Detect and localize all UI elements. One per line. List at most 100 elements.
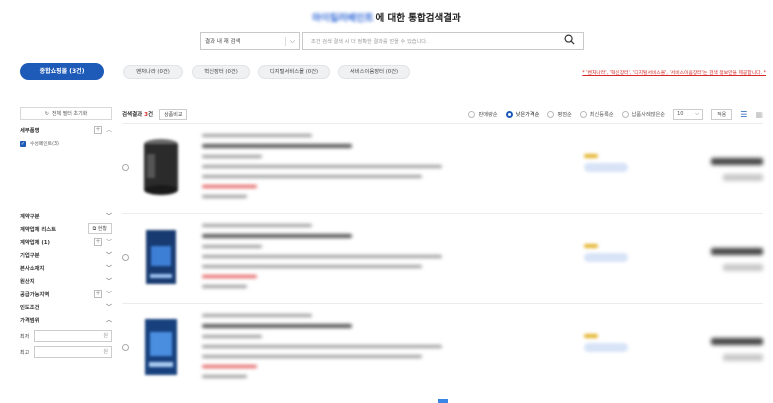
- filter-supply-region-label: 공급가능지역: [20, 291, 50, 298]
- filter-option-label: 수성페인트(3): [30, 142, 59, 147]
- price-max-input[interactable]: 원: [34, 346, 112, 358]
- filter-origin[interactable]: 원산지 ﹀: [20, 274, 112, 287]
- search-placeholder: 조건 검색 결색 시 더 정확한 결과를 얻을 수 있습니다.: [311, 38, 428, 45]
- contract-list-button[interactable]: ⧉ 현황: [87, 223, 112, 234]
- per-page-value: 10: [677, 111, 684, 117]
- price-min-input[interactable]: 원: [34, 330, 112, 342]
- sort-option[interactable]: 평점순: [547, 110, 572, 118]
- title-suffix: 에 대한 통합검색결과: [375, 13, 461, 24]
- tab-digital-service[interactable]: 디지털서비스몰 (0건): [258, 65, 330, 79]
- radio-icon[interactable]: [579, 110, 587, 118]
- chevron-down-icon: ﹀: [105, 278, 112, 285]
- product-list: [122, 123, 763, 393]
- price-min-label: 최저: [20, 333, 30, 340]
- result-toolbar: 검색결과 3건 상품비교 판매량순 낮은가격순 평점순 최신등록순 납품사례많은…: [122, 107, 763, 121]
- per-page-select[interactable]: 10 ⌵: [673, 108, 704, 120]
- filter-contractor[interactable]: 계약업체 (1) + ﹀: [20, 235, 112, 248]
- chevron-down-icon[interactable]: ﹀: [106, 237, 112, 246]
- filter-contractor-label: 계약업체 (1): [20, 239, 50, 246]
- sort-option[interactable]: 납품사례많은순: [621, 110, 665, 118]
- result-count-prefix: 검색결과: [122, 112, 143, 118]
- search-input[interactable]: 조건 검색 결색 시 더 정확한 결과를 얻을 수 있습니다.: [302, 32, 584, 50]
- product-image[interactable]: [138, 316, 184, 378]
- filter-hq-location[interactable]: 본사소재지 ﹀: [20, 261, 112, 274]
- filter-delivery[interactable]: 인도조건 ﹀: [20, 300, 112, 313]
- chevron-down-icon: ﹀: [105, 252, 112, 259]
- filter-contract-list-label: 계약업체 리스트: [20, 226, 56, 233]
- chevron-down-icon: ﹀: [105, 265, 112, 272]
- pagination-current[interactable]: [438, 399, 448, 403]
- filter-option[interactable]: ✓ 수성페인트(3): [20, 140, 112, 147]
- apply-button[interactable]: 적용: [711, 108, 733, 120]
- filter-contract-type-label: 계약구분: [20, 213, 40, 220]
- product-price-blurred: [691, 338, 763, 363]
- contract-list-button-label: 현황: [97, 226, 107, 232]
- product-select-radio[interactable]: [122, 164, 129, 171]
- plus-icon[interactable]: +: [93, 237, 102, 246]
- filter-price-range[interactable]: 가격범위 ︿: [20, 313, 112, 326]
- product-image[interactable]: [138, 136, 184, 198]
- product-image[interactable]: [138, 226, 184, 288]
- radio-icon[interactable]: [621, 110, 629, 118]
- list-item[interactable]: [122, 213, 763, 303]
- radio-icon[interactable]: [547, 110, 555, 118]
- sort-option-label: 판매량순: [478, 111, 498, 118]
- grid-view-icon[interactable]: ▦: [755, 110, 763, 119]
- price-max-label: 최고: [20, 349, 30, 356]
- chevron-down-icon: ⌵: [695, 111, 700, 117]
- search-icon[interactable]: [564, 34, 575, 48]
- list-view-icon[interactable]: ☰: [740, 110, 747, 119]
- product-price-blurred: [691, 158, 763, 183]
- page-title: 마이킬러베인트 에 대한 통합검색결과: [0, 10, 773, 24]
- chevron-down-icon: ⌵: [284, 36, 295, 46]
- filter-company-type-label: 기업구분: [20, 252, 40, 259]
- price-min-row: 최저 원: [20, 330, 112, 342]
- reset-filters-button[interactable]: ↻ 전체 필터 초기화: [20, 107, 112, 120]
- filter-delivery-label: 인도조건: [20, 304, 40, 311]
- product-badge-blurred: [584, 334, 628, 352]
- radio-selected-icon[interactable]: [505, 110, 513, 118]
- product-badge-blurred: [584, 244, 628, 262]
- search-keyword: 마이킬러베인트: [312, 13, 374, 24]
- sort-option[interactable]: 최신등록순: [579, 110, 614, 118]
- checkbox-checked-icon[interactable]: ✓: [20, 140, 26, 147]
- chevron-down-icon[interactable]: ﹀: [106, 289, 112, 298]
- compare-button[interactable]: 상품비교: [159, 108, 188, 120]
- filter-sidebar: ↻ 전체 필터 초기화 세부품명 + ︿ ✓ 수성페인트(3) 계약구분 ﹀ 계약…: [20, 107, 112, 358]
- product-info-blurred: [202, 134, 462, 205]
- list-item[interactable]: [122, 123, 763, 213]
- sort-option[interactable]: 판매량순: [468, 110, 498, 118]
- filter-detail[interactable]: 세부품명 + ︿: [20, 125, 112, 134]
- filter-hq-location-label: 본사소재지: [20, 265, 45, 272]
- notice-text: * '벤처나라', '혁신장터', '디지털서비스몰', '서비스이음장터'는 …: [582, 71, 766, 76]
- chevron-down-icon: ﹀: [105, 213, 112, 220]
- radio-icon[interactable]: [468, 110, 476, 118]
- filter-supply-region[interactable]: 공급가능지역 + ﹀: [20, 287, 112, 300]
- search-scope-label: 결과 내 재 검색: [205, 39, 241, 45]
- sort-options: 판매량순 낮은가격순 평점순 최신등록순 납품사례많은순 10 ⌵ 적용 ☰ ▦: [468, 108, 763, 120]
- filter-company-type[interactable]: 기업구분 ﹀: [20, 248, 112, 261]
- tab-innovation[interactable]: 혁신장터 (0건): [192, 65, 250, 79]
- tab-venture[interactable]: 벤처나라 (0건): [123, 65, 183, 79]
- sort-option-label: 낮은가격순: [515, 111, 540, 118]
- all-mall-tab[interactable]: 종합쇼핑몰 (3건): [20, 63, 104, 80]
- search-scope-select[interactable]: 결과 내 재 검색 ⌵: [200, 32, 300, 50]
- refresh-icon: ↻: [44, 110, 49, 117]
- search-row: 결과 내 재 검색 ⌵ 조건 검색 결색 시 더 정확한 결과를 얻을 수 있습…: [200, 32, 584, 50]
- sort-option[interactable]: 낮은가격순: [505, 110, 540, 118]
- result-count: 검색결과 3건: [122, 110, 153, 118]
- filter-contract-list[interactable]: 계약업체 리스트 ⧉ 현황: [20, 222, 112, 235]
- product-select-radio[interactable]: [122, 344, 129, 351]
- tab-service-ieum[interactable]: 서비스이음장터 (0건): [338, 65, 410, 79]
- filter-detail-label: 세부품명: [20, 127, 40, 134]
- plus-icon[interactable]: +: [93, 289, 102, 298]
- chevron-up-icon[interactable]: ︿: [106, 125, 112, 134]
- filter-origin-label: 원산지: [20, 278, 35, 285]
- list-item[interactable]: [122, 303, 763, 393]
- reset-label: 전체 필터 초기화: [51, 111, 88, 117]
- plus-icon[interactable]: +: [93, 125, 102, 134]
- filter-contract-type[interactable]: 계약구분 ﹀: [20, 209, 112, 222]
- chevron-up-icon: ︿: [105, 317, 112, 324]
- product-info-blurred: [202, 224, 462, 295]
- product-select-radio[interactable]: [122, 254, 129, 261]
